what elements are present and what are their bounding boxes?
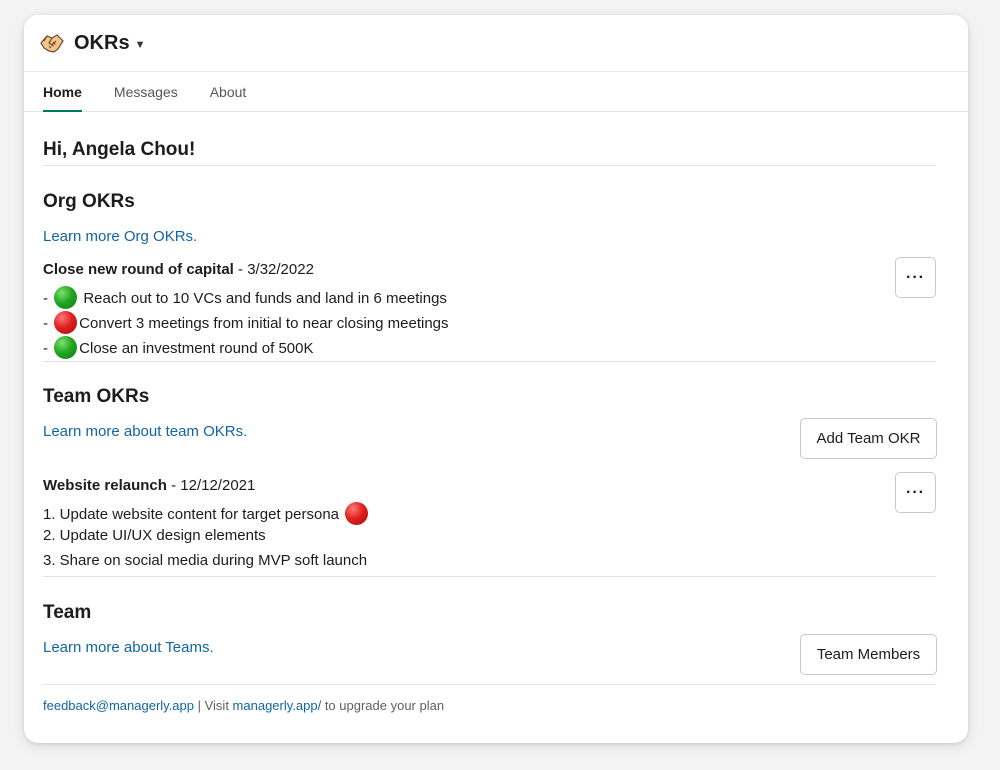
team-okrs-learn-link[interactable]: Learn more about team OKRs. [43,423,247,440]
org-okr-more-button[interactable]: ··· [895,257,936,298]
footer-separator: | Visit [194,698,233,713]
org-okr-item-text: Close an investment round of 500K [79,340,314,357]
managerly-site-link[interactable]: managerly.app/ [233,698,322,713]
tab-home[interactable]: Home [43,72,82,112]
tab-messages[interactable]: Messages [114,72,178,111]
org-okr-item: - Close an investment round of 500K [43,336,313,359]
team-okr-date: - 12/12/2021 [166,477,256,494]
list-dash: - [43,340,53,357]
org-okr-item: - Convert 3 meetings from initial to nea… [43,311,449,334]
add-team-okr-button[interactable]: Add Team OKR [800,418,937,459]
greeting: Hi, Angela Chou! [43,139,196,160]
team-okr-title: Website relaunch [43,477,167,494]
divider [43,576,936,577]
team-okr-item-text: 1. Update website content for target per… [43,506,340,523]
team-learn-link[interactable]: Learn more about Teams. [43,639,214,656]
green-circle-icon [54,336,78,359]
divider [43,684,936,685]
team-okrs-heading: Team OKRs [43,386,150,407]
chevron-down-icon[interactable]: ▼ [135,39,146,51]
org-okr-item: - Reach out to 10 VCs and funds and land… [43,286,447,309]
org-okr-title-line: Close new round of capital - 3/32/2022 [43,261,314,278]
team-okr-item: 1. Update website content for target per… [43,502,370,525]
red-circle-icon [54,311,78,334]
org-okr-date: - 3/32/2022 [233,261,314,278]
org-okr-title: Close new round of capital [43,261,234,278]
list-dash: - [43,290,53,307]
handshake-icon [40,34,64,53]
green-circle-icon [54,286,78,309]
org-okr-item-text: Convert 3 meetings from initial to near … [79,315,449,332]
app-header: OKRs ▼ [24,15,968,72]
team-okr-more-button[interactable]: ··· [895,472,936,513]
team-heading: Team [43,602,92,623]
app-title[interactable]: OKRs [74,32,130,55]
team-okr-title-line: Website relaunch - 12/12/2021 [43,477,255,494]
feedback-email-link[interactable]: feedback@managerly.app [43,698,194,713]
divider [43,361,936,362]
team-members-button[interactable]: Team Members [800,634,937,675]
team-okr-item: 3. Share on social media during MVP soft… [43,552,368,569]
org-okrs-heading: Org OKRs [43,191,135,212]
tab-about[interactable]: About [210,72,247,111]
tab-bar: Home Messages About [24,72,968,112]
footer-tail: to upgrade your plan [321,698,445,713]
red-circle-icon [345,502,369,525]
team-okr-item: 2. Update UI/UX design elements [43,527,266,544]
footer: feedback@managerly.app | Visit managerly… [43,698,444,713]
divider [43,165,936,166]
app-home-card: OKRs ▼ Home Messages About Hi, Angela Ch… [24,15,968,743]
org-okr-item-text: Reach out to 10 VCs and funds and land i… [79,290,447,307]
list-dash: - [43,315,53,332]
org-okrs-learn-link[interactable]: Learn more Org OKRs. [43,228,197,245]
